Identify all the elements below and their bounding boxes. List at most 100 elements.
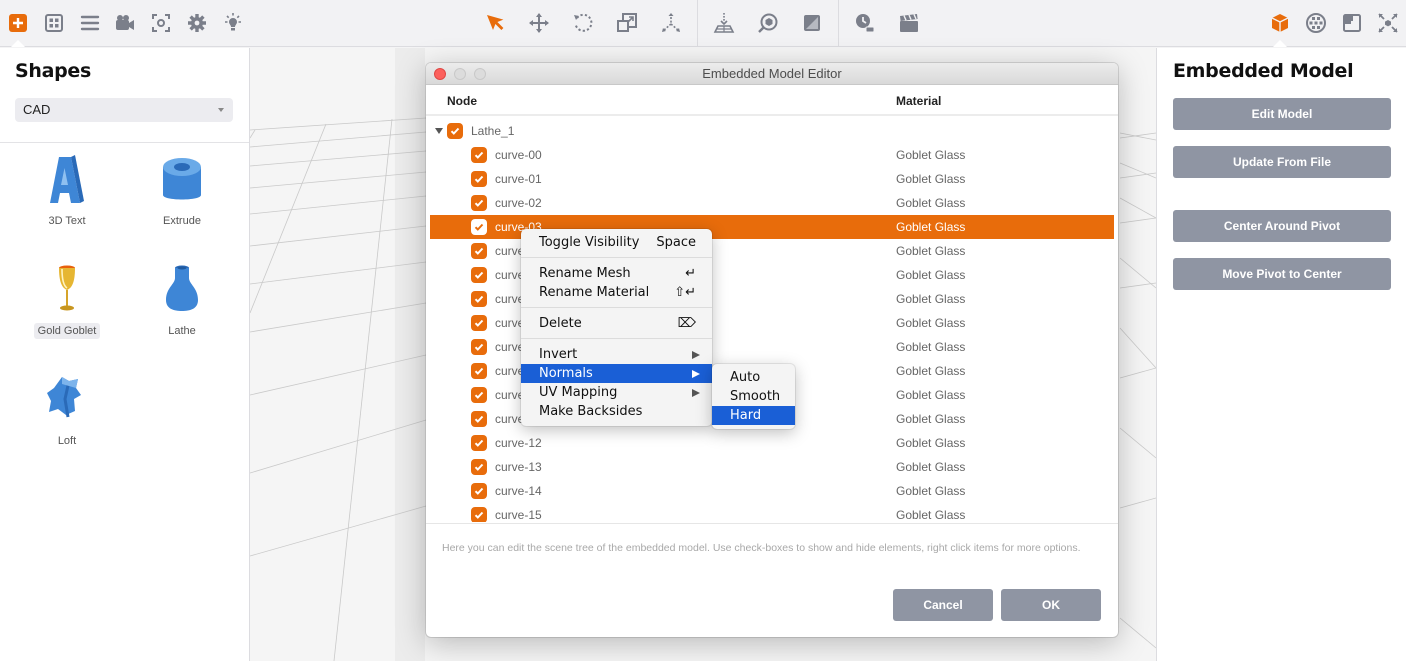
material-name: Goblet Glass <box>896 268 966 282</box>
menu-item-label: Rename Material <box>539 285 650 300</box>
visibility-checkbox[interactable] <box>471 243 487 259</box>
tree-row[interactable]: curve-15 Goblet Glass <box>430 503 1114 522</box>
visibility-checkbox[interactable] <box>471 411 487 427</box>
focus-button[interactable] <box>148 10 174 36</box>
shape-category-select[interactable]: CAD <box>15 98 233 122</box>
visibility-checkbox[interactable] <box>471 315 487 331</box>
menu-item-label: UV Mapping <box>539 385 618 400</box>
shapes-panel-title: Shapes <box>15 60 92 82</box>
tree-row[interactable]: curve-01 Goblet Glass <box>430 167 1114 191</box>
environment-button[interactable] <box>1303 10 1329 36</box>
add-button[interactable] <box>5 10 31 36</box>
visibility-checkbox[interactable] <box>471 267 487 283</box>
shape-item-lathe[interactable]: Lathe <box>132 263 232 339</box>
node-name: curve-15 <box>495 508 542 522</box>
tree-row[interactable]: curve-00 Goblet Glass <box>430 143 1114 167</box>
node-column-header[interactable]: Node <box>447 94 477 108</box>
shape-item-extrude[interactable]: Extrude <box>132 153 232 229</box>
select-tool-button[interactable] <box>482 10 508 36</box>
node-name: curve-13 <box>495 460 542 474</box>
shape-label: Gold Goblet <box>33 323 101 339</box>
rotate-tool-button[interactable] <box>570 10 596 36</box>
shift-return-key-icon: ⇧↵ <box>674 285 696 300</box>
disclosure-triangle-icon[interactable] <box>435 128 443 134</box>
pivot-tool-button[interactable] <box>658 10 684 36</box>
visibility-checkbox[interactable] <box>471 195 487 211</box>
menu-separator <box>521 307 712 308</box>
visibility-checkbox[interactable] <box>471 363 487 379</box>
rotate-icon <box>574 13 593 32</box>
visibility-checkbox[interactable] <box>471 147 487 163</box>
menu-item-rename-material[interactable]: Rename Material ⇧↵ <box>521 283 712 302</box>
timeline-button[interactable] <box>852 10 878 36</box>
shape-item-loft[interactable]: Loft <box>17 373 117 449</box>
visibility-checkbox[interactable] <box>471 339 487 355</box>
image-panel-button[interactable] <box>1339 10 1365 36</box>
visibility-checkbox[interactable] <box>471 483 487 499</box>
fullscreen-button[interactable] <box>1375 10 1401 36</box>
material-button[interactable] <box>799 10 825 36</box>
visibility-checkbox[interactable] <box>471 435 487 451</box>
scale-tool-button[interactable] <box>614 10 640 36</box>
menu-item-make-backsides[interactable]: Make Backsides <box>521 402 712 421</box>
node-name: curve-01 <box>495 172 542 186</box>
shape-label: Extrude <box>163 215 201 227</box>
lighting-button[interactable] <box>220 10 246 36</box>
menu-item-normals[interactable]: Normals <box>521 364 712 383</box>
update-from-file-button[interactable]: Update From File <box>1173 146 1391 178</box>
material-name: Goblet Glass <box>896 148 966 162</box>
drop-to-floor-button[interactable] <box>711 10 737 36</box>
material-name: Goblet Glass <box>896 460 966 474</box>
menu-item-uv-mapping[interactable]: UV Mapping <box>521 383 712 402</box>
zoom-window-button[interactable] <box>474 68 486 80</box>
tree-row[interactable]: curve-14 Goblet Glass <box>430 479 1114 503</box>
minimize-window-button[interactable] <box>454 68 466 80</box>
visibility-checkbox[interactable] <box>471 171 487 187</box>
menu-item-rename-mesh[interactable]: Rename Mesh ↵ <box>521 264 712 283</box>
menu-item-label: Invert <box>539 347 578 362</box>
zoom-to-object-button[interactable] <box>755 10 781 36</box>
cancel-button[interactable]: Cancel <box>893 589 993 621</box>
object-panel-button[interactable] <box>1267 10 1293 36</box>
shape-label: Loft <box>57 435 77 447</box>
visibility-checkbox[interactable] <box>471 387 487 403</box>
submenu-item-hard[interactable]: Hard <box>712 406 795 425</box>
submenu-item-auto[interactable]: Auto <box>712 368 795 387</box>
tree-row[interactable]: curve-02 Goblet Glass <box>430 191 1114 215</box>
ok-button[interactable]: OK <box>1001 589 1101 621</box>
material-name: Goblet Glass <box>896 244 966 258</box>
visibility-checkbox[interactable] <box>471 291 487 307</box>
menu-item-toggle-visibility[interactable]: Toggle Visibility Space <box>521 233 712 252</box>
settings-button[interactable] <box>184 10 210 36</box>
tree-row[interactable]: curve-13 Goblet Glass <box>430 455 1114 479</box>
menu-item-delete[interactable]: Delete ⌦ <box>521 314 712 333</box>
image-icon <box>1343 14 1361 32</box>
move-pivot-to-center-button[interactable]: Move Pivot to Center <box>1173 258 1391 290</box>
select-arrow-icon <box>487 15 504 30</box>
layout-button[interactable] <box>41 10 67 36</box>
scene-list-button[interactable] <box>77 10 103 36</box>
submenu-item-smooth[interactable]: Smooth <box>712 387 795 406</box>
menu-item-invert[interactable]: Invert <box>521 345 712 364</box>
shape-item-gold-goblet[interactable]: Gold Goblet <box>17 263 117 339</box>
tree-row[interactable]: curve-12 Goblet Glass <box>430 431 1114 455</box>
move-tool-button[interactable] <box>526 10 552 36</box>
visibility-checkbox[interactable] <box>447 123 463 139</box>
embedded-model-panel: Embedded Model Edit Model Update From Fi… <box>1156 48 1406 661</box>
close-window-button[interactable] <box>434 68 446 80</box>
menu-separator <box>521 257 712 258</box>
dialog-titlebar[interactable]: Embedded Model Editor <box>426 63 1118 85</box>
add-icon <box>9 14 27 32</box>
visibility-checkbox[interactable] <box>471 219 487 235</box>
shape-item-3d-text[interactable]: 3D Text <box>17 153 117 229</box>
tree-root-row[interactable]: Lathe_1 <box>430 119 1114 143</box>
menu-item-label: Make Backsides <box>539 404 643 419</box>
fullscreen-icon <box>1378 13 1398 33</box>
material-column-header[interactable]: Material <box>896 94 941 108</box>
edit-model-button[interactable]: Edit Model <box>1173 98 1391 130</box>
visibility-checkbox[interactable] <box>471 507 487 522</box>
camera-button[interactable] <box>112 10 138 36</box>
animation-button[interactable] <box>896 10 922 36</box>
center-around-pivot-button[interactable]: Center Around Pivot <box>1173 210 1391 242</box>
visibility-checkbox[interactable] <box>471 459 487 475</box>
